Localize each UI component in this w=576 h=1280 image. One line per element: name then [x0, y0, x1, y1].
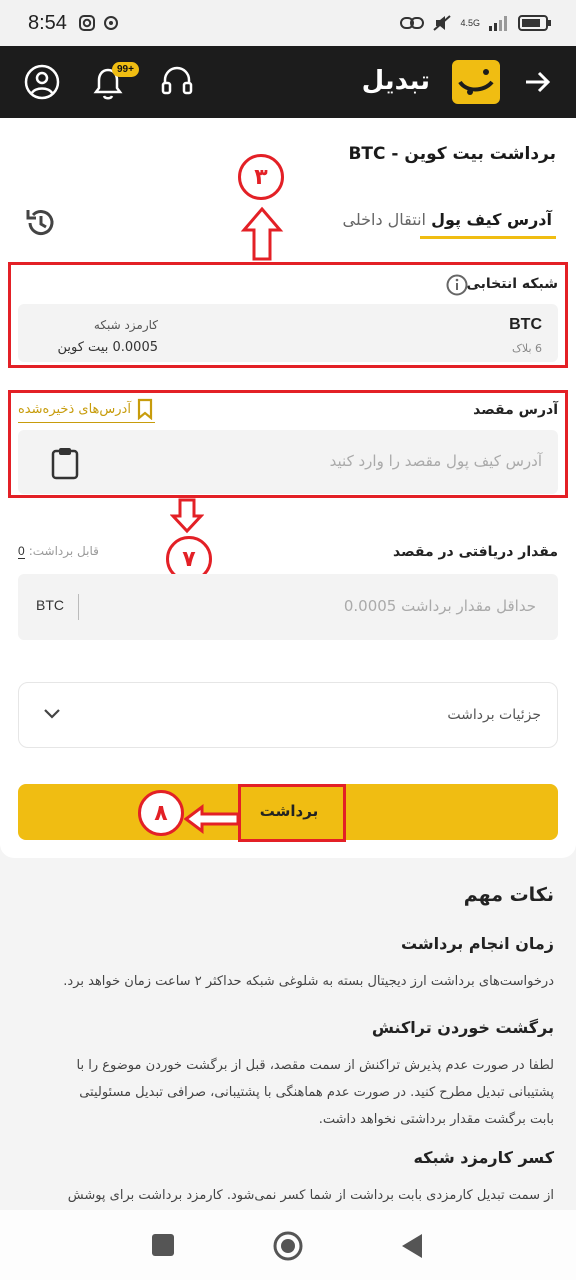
network-name: BTC: [509, 316, 542, 333]
system-nav-bar: [0, 1210, 576, 1280]
back-arrow-icon[interactable]: [524, 68, 552, 96]
status-bar: 8:54 4.5G: [0, 0, 576, 46]
home-button[interactable]: [272, 1230, 304, 1262]
network-selector[interactable]: BTC 6 بلاک کارمزد شبکه 0.0005 بیت کوین: [18, 304, 558, 362]
network-blocks: 6 بلاک: [512, 342, 542, 355]
destination-address-input[interactable]: آدرس کیف پول مقصد را وارد کنید: [18, 430, 558, 494]
history-icon[interactable]: [24, 206, 58, 240]
note-heading-1: زمان انجام برداشت: [400, 934, 554, 953]
info-icon[interactable]: [446, 274, 468, 296]
note-text-1-line-1: درخواست‌های برداشت ارز دیجیتال بسته به ش…: [63, 974, 554, 989]
network-label: شبکه انتخابی: [466, 276, 558, 292]
annotation-up-arrow: [240, 206, 284, 261]
clipboard-paste-icon[interactable]: [50, 446, 80, 480]
withdraw-details-toggle[interactable]: جزئیات برداشت: [18, 682, 558, 748]
status-right-icons: 4.5G: [400, 14, 552, 32]
active-tab-indicator: [420, 236, 556, 239]
signal-icon: [489, 16, 507, 31]
profile-icon[interactable]: [24, 64, 60, 100]
network-fee-value: 0.0005 بیت کوین: [57, 340, 159, 355]
available-label: قابل برداشت:: [28, 544, 99, 558]
page-title: برداشت بیت کوین - BTC: [348, 144, 556, 164]
network-fee-label: کارمزد شبکه: [93, 318, 158, 332]
note-text-2-line-1: لطفا در صورت عدم پذیرش تراکنش از سمت مقص…: [76, 1058, 554, 1073]
app-bar: 99+ تبدیل: [0, 46, 576, 118]
note-heading-2: برگشت خوردن تراکنش: [371, 1018, 554, 1037]
bookmark-icon: [137, 398, 153, 420]
destination-label: آدرس مقصد: [473, 402, 558, 418]
tab-wallet-address[interactable]: آدرس کیف پول: [431, 210, 552, 229]
unit-divider: [78, 594, 79, 620]
notes-section: نکات مهم زمان انجام برداشت درخواست‌های ب…: [0, 858, 576, 1210]
notification-badge: 99+: [112, 62, 139, 77]
available-value[interactable]: 0: [18, 544, 25, 559]
back-nav-button[interactable]: [400, 1232, 424, 1260]
note-text-3-line-1: از سمت تبدیل کارمزدی بابت برداشت از شما …: [67, 1188, 554, 1203]
amount-unit: BTC: [36, 597, 64, 613]
link-icon: [400, 17, 425, 29]
instagram-icon: [79, 15, 95, 31]
recent-apps-button[interactable]: [152, 1234, 174, 1256]
chevron-down-icon: [44, 709, 60, 719]
notes-title: نکات مهم: [463, 884, 554, 906]
network-type-label: 4.5G: [460, 18, 480, 28]
headset-support-icon[interactable]: [160, 64, 194, 100]
saved-addresses-label: آدرس‌های ذخیره‌شده: [18, 401, 131, 417]
details-label: جزئیات برداشت: [447, 707, 541, 723]
amount-label: مقدار دریافتی در مقصد: [393, 544, 558, 560]
annotation-box-withdraw: [238, 784, 346, 842]
settings-status-icon: [104, 16, 118, 30]
destination-placeholder: آدرس کیف پول مقصد را وارد کنید: [329, 452, 542, 470]
tab-internal-transfer[interactable]: انتقال داخلی: [343, 210, 427, 229]
available-balance: قابل برداشت: 0: [18, 544, 99, 559]
notifications-button[interactable]: 99+: [92, 62, 139, 104]
note-text-2-line-3: بابت برگشت مقدار برداشتی نخواهد داشت.: [318, 1112, 554, 1127]
annotation-step-8: ۸: [138, 790, 184, 836]
note-heading-3: کسر کارمزد شبکه: [413, 1148, 554, 1167]
annotation-step-3: ۳: [238, 154, 284, 200]
mute-icon: [433, 15, 452, 31]
note-text-2-line-2: پشتیبانی تبدیل مطرح کنید. در صورت عدم هم…: [79, 1085, 554, 1100]
amount-placeholder: حداقل مقدار برداشت 0.0005: [343, 597, 536, 615]
annotation-left-arrow: [184, 804, 240, 834]
brand-logo: [452, 60, 500, 104]
battery-icon: [518, 15, 551, 31]
annotation-down-arrow: [170, 498, 204, 534]
status-left-icons: [78, 14, 120, 32]
brand-name: تبدیل: [361, 66, 430, 96]
status-time: 8:54: [28, 12, 67, 34]
amount-input[interactable]: حداقل مقدار برداشت 0.0005 BTC: [18, 574, 558, 640]
saved-addresses-link[interactable]: آدرس‌های ذخیره‌شده: [18, 398, 155, 423]
